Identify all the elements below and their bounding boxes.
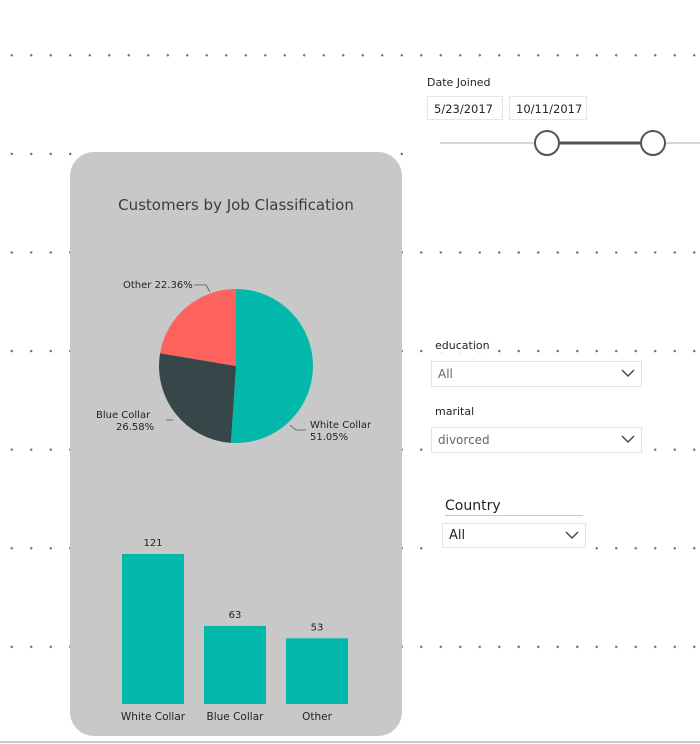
- job-classification-card: Customers by Job Classification Other 22…: [70, 152, 402, 736]
- chevron-down-icon: [621, 369, 635, 377]
- country-title: Country: [445, 498, 501, 514]
- pie-label-blue-collar-pct: 26.58%: [116, 422, 154, 433]
- chevron-down-icon: [565, 531, 579, 539]
- date-range-slider[interactable]: [420, 70, 700, 160]
- canvas-bottom-border: [0, 741, 700, 743]
- date-joined-slicer: Date Joined 5/23/2017 10/11/2017: [420, 70, 700, 160]
- other-leader-line: [194, 284, 211, 293]
- marital-dropdown[interactable]: divorced: [431, 427, 642, 453]
- bar-value-label: 53: [311, 622, 324, 633]
- bar-blue-collar[interactable]: [204, 625, 266, 704]
- bar-white-collar[interactable]: [122, 554, 184, 704]
- bar-value-label: 63: [229, 610, 242, 621]
- bar-chart: 121 White Collar 63 Blue Collar 53 Other: [121, 538, 348, 723]
- education-dropdown[interactable]: All: [431, 361, 642, 387]
- pie-label-other: Other 22.36%: [123, 280, 193, 291]
- marital-value: divorced: [438, 433, 490, 447]
- bar-other[interactable]: [286, 638, 348, 704]
- bar-category-label: White Collar: [121, 711, 186, 723]
- job-classification-chart: Other 22.36% Blue Collar 26.58% White Co…: [96, 280, 372, 723]
- pie-label-white-collar-pct: 51.05%: [310, 432, 348, 443]
- marital-label: marital: [432, 405, 478, 418]
- education-label: education: [432, 339, 493, 352]
- slider-end-handle[interactable]: [640, 130, 666, 156]
- bar-category-label: Other: [302, 711, 332, 723]
- pie-label-blue-collar-name: Blue Collar: [96, 410, 151, 421]
- slider-start-handle[interactable]: [534, 130, 560, 156]
- bar-category-label: Blue Collar: [207, 711, 265, 723]
- pie-slice-other[interactable]: [160, 289, 236, 366]
- education-value: All: [438, 367, 453, 381]
- pie-chart: [159, 289, 313, 443]
- country-dropdown[interactable]: All: [442, 523, 586, 548]
- country-value: All: [449, 528, 466, 543]
- pie-slice-blue-collar[interactable]: [159, 353, 236, 443]
- white-collar-leader-line: [289, 424, 306, 431]
- country-slicer: Country All: [436, 494, 591, 554]
- country-title-underline: [445, 515, 583, 516]
- pie-slice-white-collar[interactable]: [230, 289, 313, 443]
- bar-value-label: 121: [143, 538, 162, 549]
- chevron-down-icon: [621, 435, 635, 443]
- pie-label-white-collar-name: White Collar: [310, 420, 372, 431]
